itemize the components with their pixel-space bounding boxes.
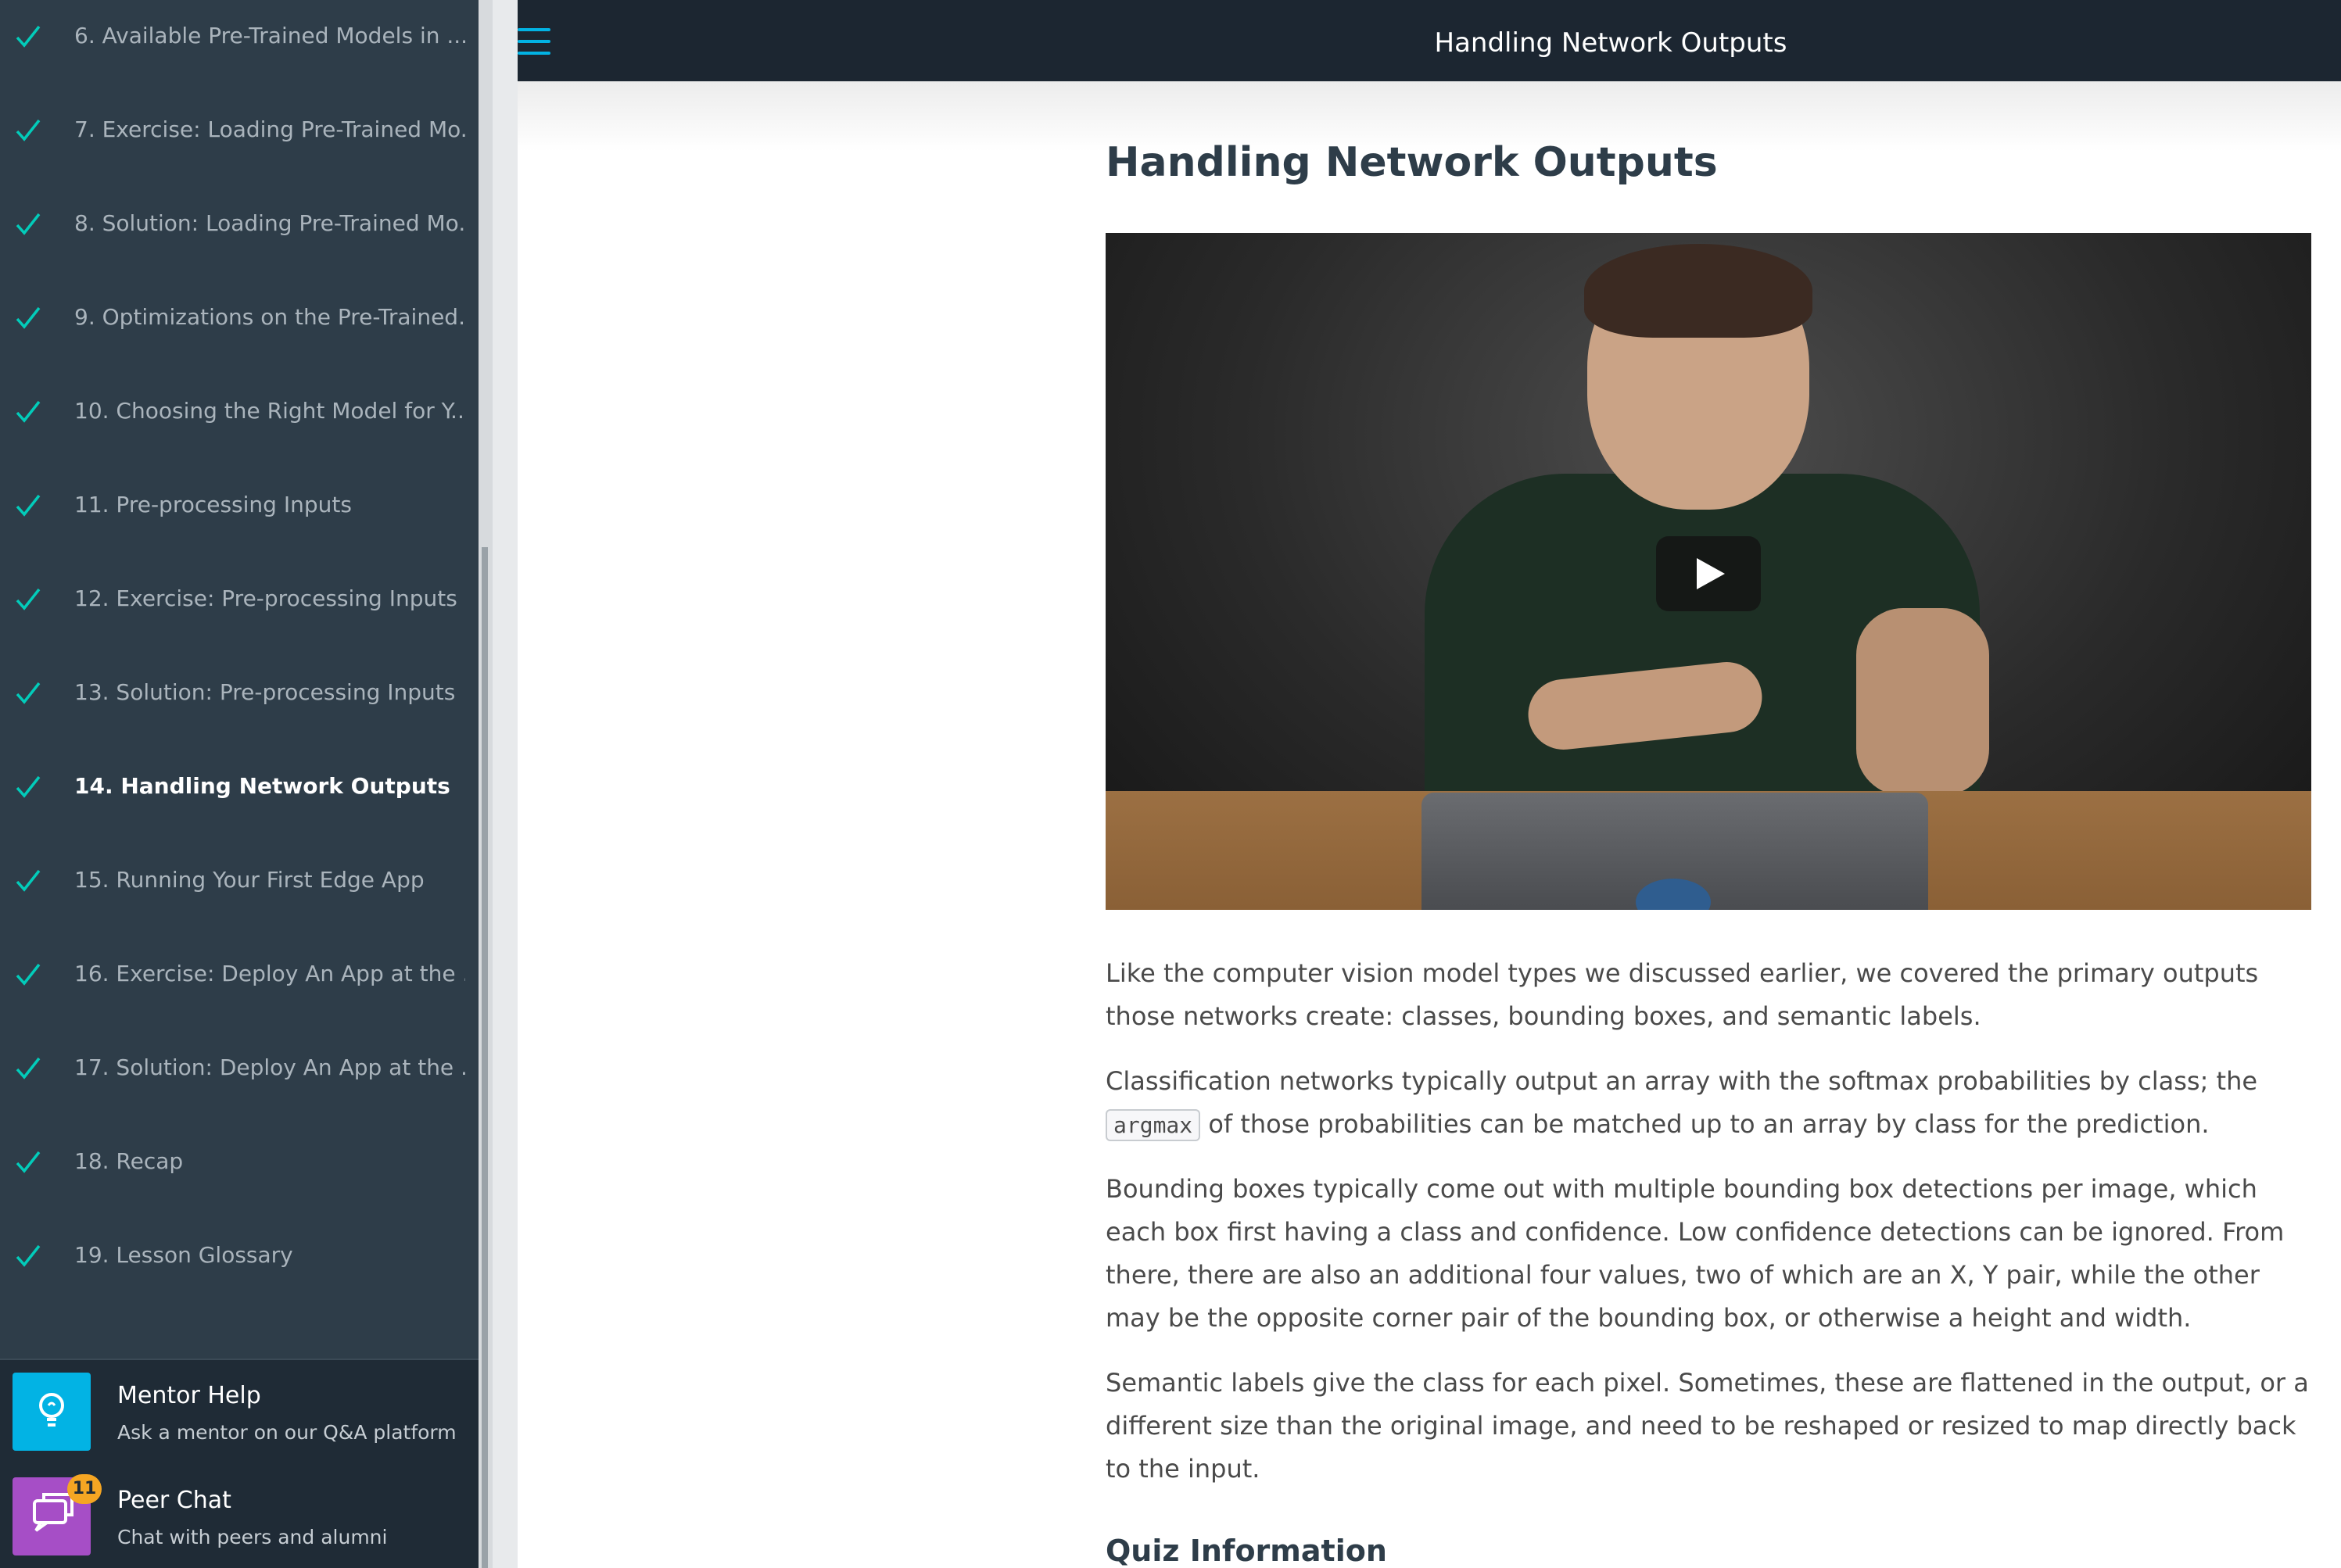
- mentor-help-subtitle: Ask a mentor on our Q&A platform: [117, 1421, 457, 1444]
- sidebar-lesson-item[interactable]: 8. Solution: Loading Pre-Trained Mo...: [0, 192, 479, 255]
- lesson-sidebar: 6. Available Pre-Trained Models in ... 7.…: [0, 0, 479, 1568]
- page-title: Handling Network Outputs: [1106, 139, 1718, 186]
- checkmark-icon: [16, 306, 41, 329]
- checkmark-icon: [16, 963, 41, 986]
- sidebar-lesson-label: 13. Solution: Pre-processing Inputs: [74, 679, 456, 705]
- sidebar-scrollbar[interactable]: [482, 547, 488, 1568]
- sidebar-help-panel: Mentor Help Ask a mentor on our Q&A plat…: [0, 1359, 479, 1568]
- inline-code-argmax: argmax: [1106, 1109, 1201, 1141]
- sidebar-lesson-item[interactable]: 14. Handling Network Outputs: [0, 755, 479, 818]
- sidebar-lesson-label: 14. Handling Network Outputs: [74, 773, 450, 799]
- checkmark-icon: [16, 25, 41, 48]
- sidebar-lesson-label: 10. Choosing the Right Model for Y...: [74, 398, 465, 424]
- hamburger-menu-icon[interactable]: [518, 28, 550, 55]
- sidebar-lesson-label: 15. Running Your First Edge App: [74, 867, 425, 893]
- unread-count-badge: 11: [67, 1474, 102, 1504]
- paragraph-classification: Classification networks typically output…: [1106, 1060, 2311, 1147]
- sidebar-lesson-label: 19. Lesson Glossary: [74, 1242, 293, 1268]
- sidebar-lesson-label: 6. Available Pre-Trained Models in ...: [74, 23, 465, 48]
- checkmark-icon: [16, 1057, 41, 1079]
- sidebar-lesson-item[interactable]: 18. Recap: [0, 1130, 479, 1193]
- checkmark-icon: [16, 682, 41, 704]
- mentor-help-title: Mentor Help: [117, 1382, 261, 1409]
- mentor-help-link[interactable]: Mentor Help Ask a mentor on our Q&A plat…: [0, 1360, 479, 1462]
- paragraph-bounding-boxes: Bounding boxes typically come out with m…: [1106, 1174, 2285, 1333]
- paragraph-semantic-labels: Semantic labels give the class for each …: [1106, 1368, 2309, 1484]
- sidebar-lesson-item[interactable]: 6. Available Pre-Trained Models in ...: [0, 5, 479, 67]
- sidebar-lesson-label: 18. Recap: [74, 1148, 184, 1174]
- checkmark-icon: [16, 400, 41, 423]
- content-gutter: [493, 0, 518, 1568]
- play-icon: [1697, 558, 1725, 589]
- sidebar-lesson-label: 9. Optimizations on the Pre-Trained...: [74, 304, 465, 330]
- sidebar-lesson-item[interactable]: 15. Running Your First Edge App: [0, 849, 479, 911]
- sidebar-lesson-item[interactable]: 7. Exercise: Loading Pre-Trained Mo...: [0, 98, 479, 161]
- video-player[interactable]: [1106, 233, 2311, 910]
- checkmark-icon: [16, 1151, 41, 1173]
- sidebar-lesson-label: 17. Solution: Deploy An App at the ...: [74, 1054, 465, 1080]
- sidebar-lesson-item[interactable]: 13. Solution: Pre-processing Inputs: [0, 661, 479, 724]
- sidebar-lesson-label: 8. Solution: Loading Pre-Trained Mo...: [74, 210, 465, 236]
- sidebar-lesson-item[interactable]: 9. Optimizations on the Pre-Trained...: [0, 286, 479, 349]
- sidebar-lesson-item[interactable]: 16. Exercise: Deploy An App at the ...: [0, 943, 479, 1005]
- checkmark-icon: [16, 494, 41, 517]
- paragraph-outputs-intro: Like the computer vision model types we …: [1106, 958, 2259, 1031]
- checkmark-icon: [16, 588, 41, 610]
- top-bar-title: Handling Network Outputs: [1434, 27, 1787, 59]
- sidebar-lesson-label: 12. Exercise: Pre-processing Inputs: [74, 585, 457, 611]
- sidebar-lesson-item[interactable]: 12. Exercise: Pre-processing Inputs: [0, 567, 479, 630]
- sidebar-lesson-label: 7. Exercise: Loading Pre-Trained Mo...: [74, 116, 465, 142]
- checkmark-icon: [16, 775, 41, 798]
- sidebar-lesson-label: 11. Pre-processing Inputs: [74, 492, 352, 517]
- sidebar-lesson-item[interactable]: 17. Solution: Deploy An App at the ...: [0, 1036, 479, 1099]
- checkmark-icon: [16, 213, 41, 235]
- checkmark-icon: [16, 1244, 41, 1267]
- quiz-information-heading: Quiz Information: [1106, 1534, 1387, 1568]
- checkmark-icon: [16, 119, 41, 141]
- sidebar-lesson-label: 16. Exercise: Deploy An App at the ...: [74, 961, 465, 986]
- peer-chat-link[interactable]: 11 Peer Chat Chat with peers and alumni: [0, 1465, 479, 1566]
- peer-chat-subtitle: Chat with peers and alumni: [117, 1526, 388, 1548]
- sidebar-lesson-item[interactable]: 19. Lesson Glossary: [0, 1224, 479, 1287]
- sidebar-lesson-item[interactable]: 11. Pre-processing Inputs: [0, 474, 479, 536]
- peer-chat-title: Peer Chat: [117, 1487, 231, 1514]
- sidebar-lesson-item[interactable]: 10. Choosing the Right Model for Y...: [0, 380, 479, 442]
- lightbulb-icon: [13, 1373, 91, 1451]
- play-button[interactable]: [1656, 536, 1761, 611]
- checkmark-icon: [16, 869, 41, 892]
